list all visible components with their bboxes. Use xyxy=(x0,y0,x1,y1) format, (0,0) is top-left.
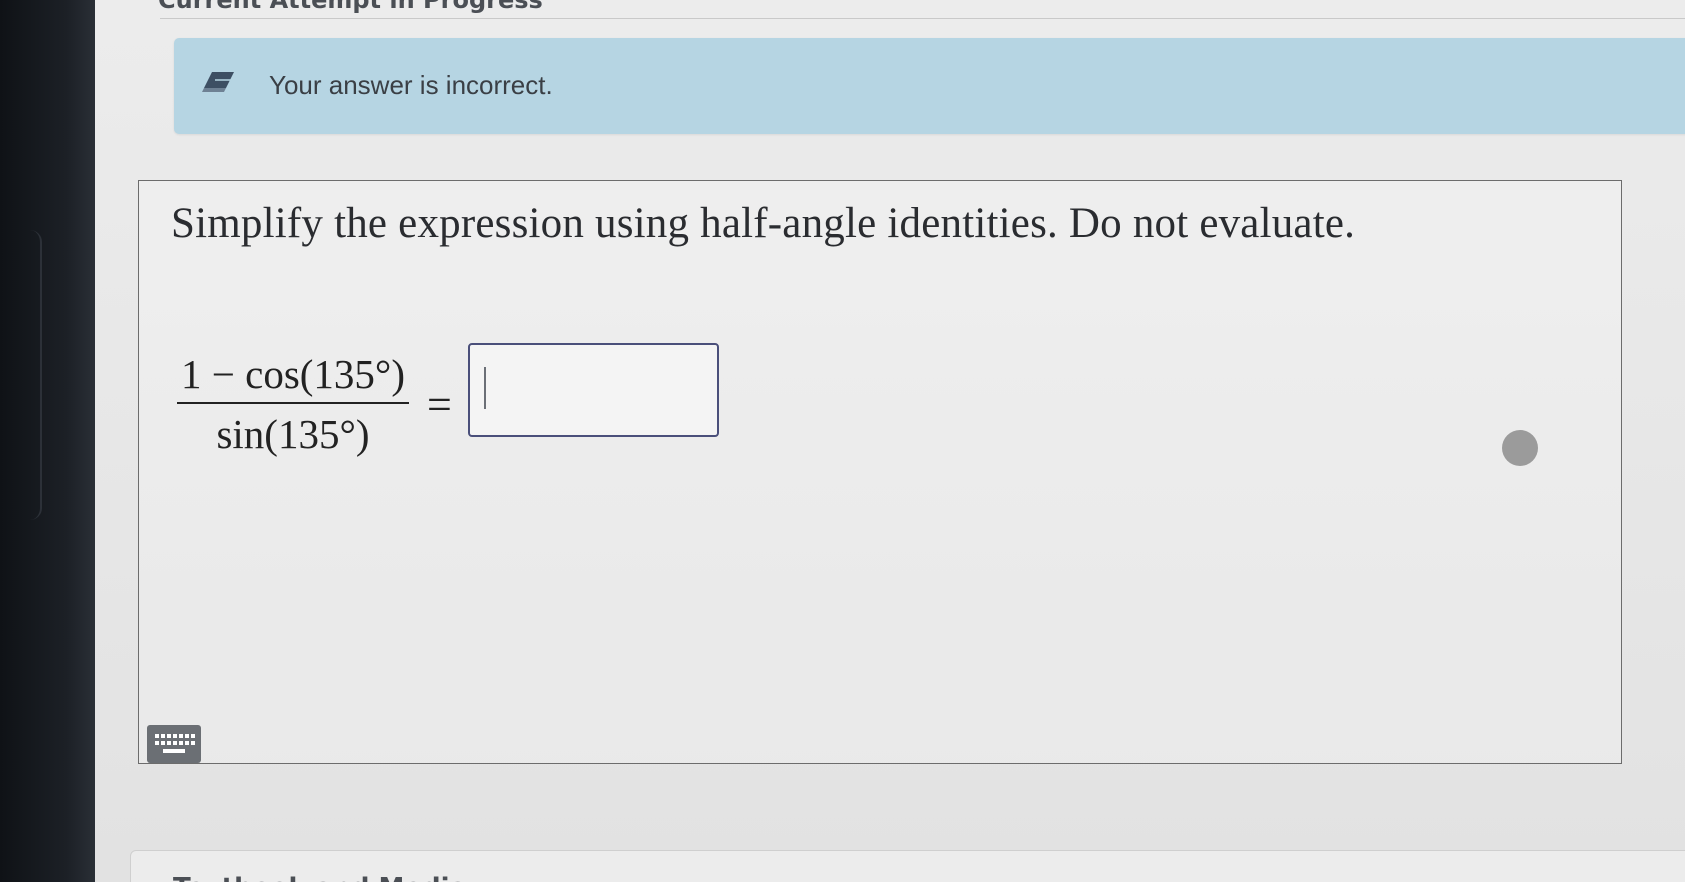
fraction-numerator: 1 − cos(135°) xyxy=(181,351,405,397)
equals-sign: = xyxy=(426,379,452,429)
progress-label: Current Attempt in Progress xyxy=(158,0,543,14)
equation: 1 − cos(135°) sin(135°) = xyxy=(177,343,719,459)
progress-header: Current Attempt in Progress xyxy=(100,0,1685,14)
textbook-media-title: Textbook and Media xyxy=(173,873,467,882)
fraction: 1 − cos(135°) sin(135°) xyxy=(177,350,409,458)
screen: Current Attempt in Progress Your answer … xyxy=(0,0,1685,882)
answer-input[interactable] xyxy=(467,343,719,437)
circle-indicator-icon xyxy=(1502,430,1538,466)
device-bezel xyxy=(0,0,95,882)
textbook-media-card[interactable]: Textbook and Media xyxy=(130,850,1685,882)
bezel-edge xyxy=(0,230,42,520)
keyboard-icon xyxy=(155,734,195,753)
feedback-banner: Your answer is incorrect. xyxy=(174,38,1685,134)
eraser-icon xyxy=(202,70,236,94)
question-panel: Simplify the expression using half-angle… xyxy=(138,180,1622,764)
fraction-denominator: sin(135°) xyxy=(216,411,370,457)
header-divider xyxy=(160,18,1685,19)
question-prompt: Simplify the expression using half-angle… xyxy=(171,200,1356,247)
fraction-bar xyxy=(177,402,409,404)
feedback-message: Your answer is incorrect. xyxy=(269,70,553,100)
keyboard-button[interactable] xyxy=(147,725,201,763)
text-caret xyxy=(483,367,486,409)
